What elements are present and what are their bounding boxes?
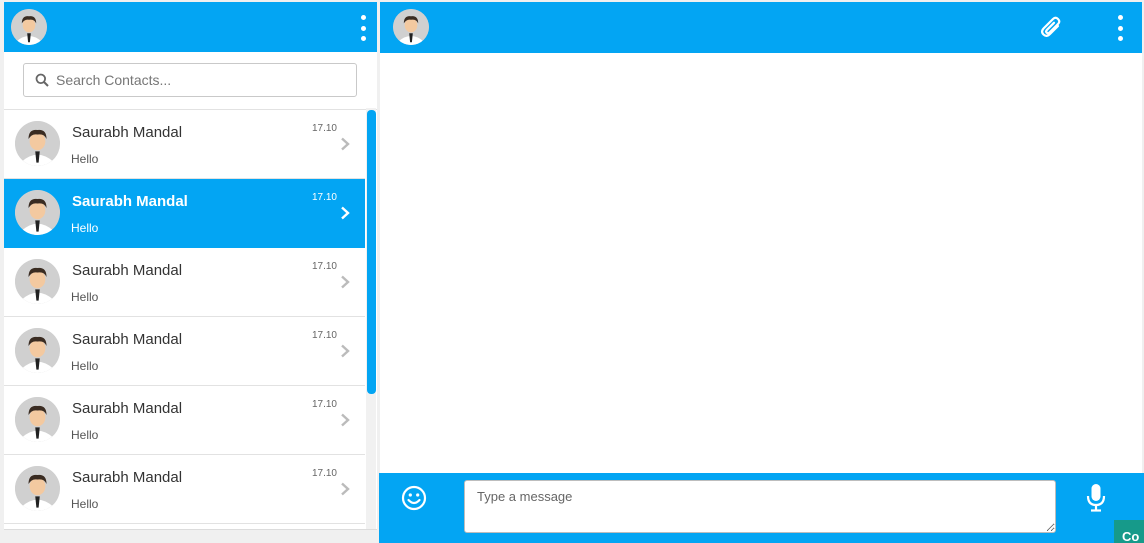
contact-last-message: Hello	[71, 428, 99, 442]
corner-button[interactable]: Co	[1114, 520, 1144, 543]
contact-avatar-icon	[15, 259, 60, 304]
contacts-header	[4, 2, 377, 52]
chevron-right-icon	[341, 275, 350, 289]
contact-row[interactable]: Saurabh Mandal Hello 17.10	[4, 179, 365, 248]
contact-time: 17.10	[311, 399, 337, 410]
chevron-right-icon	[341, 344, 350, 358]
menu-dot	[1117, 36, 1123, 41]
contact-time: 17.10	[311, 123, 337, 134]
contact-last-message: Hello	[71, 152, 99, 166]
search-bar	[4, 52, 377, 110]
chevron-right-icon	[341, 206, 350, 220]
scrollbar-thumb[interactable]	[367, 110, 376, 394]
message-composer	[379, 473, 1144, 543]
contact-avatar-icon[interactable]	[393, 9, 429, 45]
menu-dot	[1117, 15, 1123, 20]
chevron-right-icon	[341, 137, 350, 151]
contact-name: Saurabh Mandal	[72, 262, 183, 279]
microphone-icon[interactable]	[1085, 483, 1107, 513]
chevron-right-icon	[341, 413, 350, 427]
menu-dot	[1117, 25, 1123, 31]
contacts-panel: Saurabh Mandal Hello 17.10 Saurabh Mandal He…	[4, 2, 377, 530]
contact-avatar-icon	[15, 121, 60, 166]
contact-row[interactable]: Saurabh Mandal Hello 17.10	[4, 386, 365, 455]
contact-last-message: Hello	[71, 290, 99, 304]
contact-name: Saurabh Mandal	[72, 469, 183, 486]
contact-row[interactable]: Saurabh Mandal Hello 17.10	[4, 317, 365, 386]
smiley-icon[interactable]	[401, 485, 427, 511]
contact-avatar-icon	[15, 466, 60, 511]
contact-avatar-icon	[15, 397, 60, 442]
search-input[interactable]	[56, 64, 346, 96]
contact-list-scrollbar[interactable]	[366, 108, 376, 529]
menu-dot	[360, 25, 366, 31]
contact-avatar-icon	[15, 190, 60, 235]
contact-time: 17.10	[311, 330, 337, 341]
chat-header	[380, 2, 1142, 53]
chat-menu-icon[interactable]	[1115, 15, 1125, 41]
paperclip-icon[interactable]	[1038, 14, 1066, 42]
contact-time: 17.10	[311, 468, 337, 479]
contact-row[interactable]: Saurabh Mandal Hello 17.10	[4, 248, 365, 317]
search-icon	[35, 73, 49, 87]
message-area	[380, 53, 1142, 473]
search-box[interactable]	[23, 63, 357, 97]
message-input[interactable]	[464, 480, 1056, 533]
contact-name: Saurabh Mandal	[72, 400, 183, 417]
contact-name: Saurabh Mandal	[72, 124, 183, 141]
contact-row[interactable]: Saurabh Mandal Hello 17.10	[4, 110, 365, 179]
contact-time: 17.10	[311, 192, 337, 203]
contact-time: 17.10	[311, 261, 337, 272]
chevron-right-icon	[341, 482, 350, 496]
contact-list: Saurabh Mandal Hello 17.10 Saurabh Mandal He…	[4, 110, 365, 529]
contact-name: Saurabh Mandal	[72, 331, 183, 348]
contact-last-message: Hello	[71, 359, 99, 373]
chat-app: Saurabh Mandal Hello 17.10 Saurabh Mandal He…	[0, 0, 1144, 543]
contact-last-message: Hello	[71, 221, 99, 235]
contact-row[interactable]: Saurabh Mandal Hello 17.10	[4, 455, 365, 524]
contact-last-message: Hello	[71, 497, 99, 511]
contact-name: Saurabh Mandal	[72, 193, 188, 210]
menu-dot	[360, 36, 366, 41]
contact-avatar-icon	[15, 328, 60, 373]
menu-dot	[360, 15, 366, 20]
user-avatar-icon[interactable]	[11, 9, 47, 45]
left-menu-icon[interactable]	[358, 15, 368, 41]
